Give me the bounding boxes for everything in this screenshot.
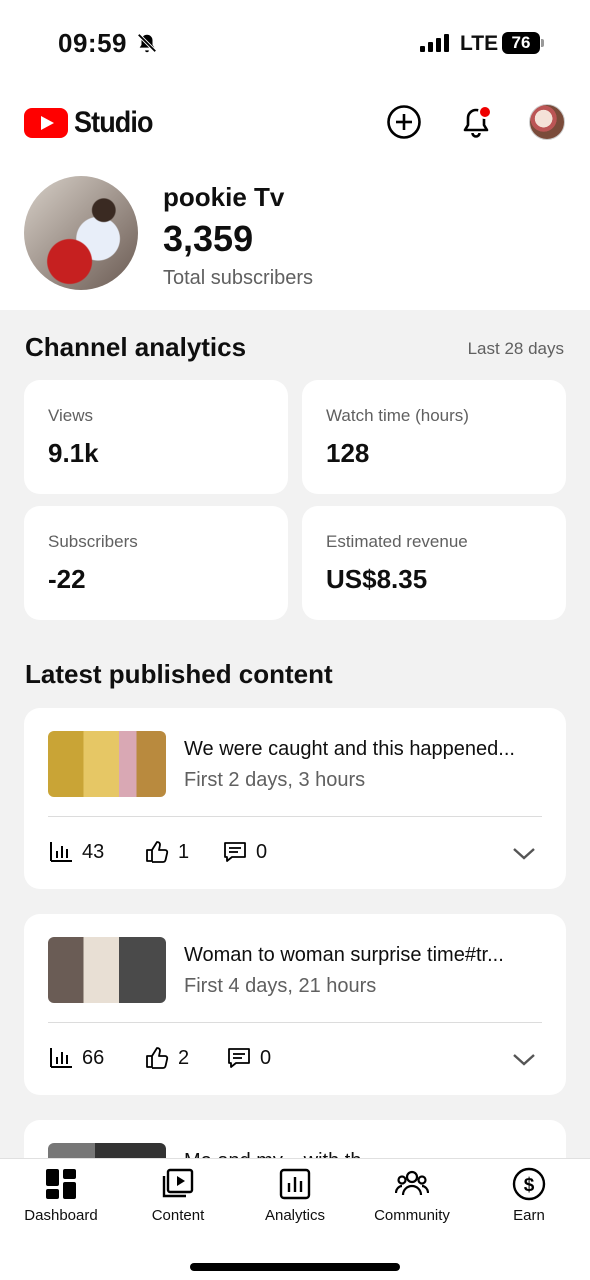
bar-chart-icon	[50, 1048, 72, 1068]
comment-icon	[224, 842, 246, 862]
comments-count: 0	[256, 840, 268, 863]
nav-label: Community	[374, 1207, 450, 1224]
earn-icon: $	[512, 1167, 546, 1201]
comments-metric: 0	[226, 1045, 271, 1071]
video-title: We were caught and this happened...	[184, 738, 515, 760]
stat-value: -22	[48, 564, 86, 594]
nav-label: Content	[151, 1207, 205, 1224]
video-thumbnail[interactable]	[48, 1143, 166, 1158]
stat-card-watch-time[interactable]: Watch time (hours) 128	[302, 380, 566, 494]
stat-label: Watch time (hours)	[326, 406, 469, 425]
stat-card-views[interactable]: Views 9.1k	[24, 380, 288, 494]
nav-label: Analytics	[264, 1207, 326, 1224]
channel-header: pookie Tv 3,359 Total subscribers	[0, 156, 590, 310]
youtube-play-icon	[24, 108, 68, 138]
content-card[interactable]: We were caught and this happened... Firs…	[24, 708, 566, 889]
subscriber-label: Total subscribers	[163, 267, 314, 289]
likes-count: 1	[178, 840, 190, 863]
community-icon	[395, 1170, 429, 1196]
dashboard-icon	[46, 1169, 76, 1199]
video-title: Woman to woman surprise time#tr...	[184, 944, 504, 966]
stat-label: Views	[48, 406, 94, 425]
comments-count: 0	[260, 1046, 272, 1069]
stat-label: Estimated revenue	[326, 532, 468, 551]
bell-muted-icon	[137, 33, 157, 53]
comments-metric: 0	[222, 839, 267, 865]
youtube-studio-logo[interactable]: Studio	[24, 106, 161, 140]
nav-item-earn[interactable]: $ Earn	[474, 1167, 584, 1224]
channel-avatar[interactable]	[24, 176, 138, 290]
channel-name: pookie Tv	[163, 182, 285, 212]
create-icon[interactable]	[386, 104, 422, 140]
notifications-icon[interactable]	[458, 104, 494, 140]
bar-chart-icon	[50, 842, 72, 862]
video-period: First 4 days, 21 hours	[184, 975, 377, 997]
stat-value: US$8.35	[326, 564, 428, 594]
stat-value: 128	[326, 438, 370, 468]
status-bar: 09:59 LTE 76	[0, 0, 590, 90]
dashboard-main: pookie Tv 3,359 Total subscribers Channe…	[0, 156, 590, 1158]
latest-content-title: Latest published content	[25, 659, 333, 689]
views-metric: 43	[48, 839, 104, 865]
stat-card-revenue[interactable]: Estimated revenue US$8.35	[302, 506, 566, 620]
views-count: 43	[82, 840, 105, 863]
content-icon	[162, 1168, 194, 1198]
divider	[48, 1022, 542, 1023]
chevron-down-icon[interactable]	[512, 1048, 536, 1072]
likes-count: 2	[178, 1046, 190, 1069]
stat-card-subscribers[interactable]: Subscribers -22	[24, 506, 288, 620]
content-card[interactable]: Woman to woman surprise time#tr... First…	[24, 914, 566, 1095]
content-card[interactable]: Me and my... with th...	[24, 1120, 566, 1158]
divider	[48, 816, 542, 817]
account-avatar[interactable]	[529, 104, 565, 140]
video-thumbnail[interactable]	[48, 731, 166, 797]
video-period: First 2 days, 3 hours	[184, 769, 366, 791]
subscriber-count: 3,359	[163, 218, 254, 259]
cellular-signal-icon	[420, 34, 449, 52]
logo-text: Studio	[74, 106, 153, 139]
comment-icon	[228, 1048, 250, 1068]
channel-section: pookie Tv 3,359 Total subscribers	[0, 156, 590, 310]
analytics-icon	[279, 1168, 311, 1200]
nav-label: Earn	[513, 1207, 545, 1224]
chevron-down-icon[interactable]	[512, 842, 536, 866]
likes-metric: 2	[144, 1045, 189, 1071]
video-thumbnail[interactable]	[48, 937, 166, 1003]
views-metric: 66	[48, 1045, 104, 1071]
network-type: LTE	[460, 32, 499, 55]
battery-tip	[541, 39, 544, 47]
video-title: Me and my... with th...	[184, 1150, 546, 1158]
nav-item-dashboard[interactable]: Dashboard	[6, 1167, 116, 1224]
stat-value: 9.1k	[48, 438, 99, 468]
views-count: 66	[82, 1046, 105, 1069]
nav-label: Dashboard	[24, 1207, 98, 1224]
home-indicator[interactable]	[190, 1263, 400, 1271]
nav-item-community[interactable]: Community	[357, 1167, 467, 1224]
analytics-period[interactable]: Last 28 days	[468, 339, 564, 359]
nav-item-content[interactable]: Content	[123, 1167, 233, 1224]
nav-item-analytics[interactable]: Analytics	[240, 1167, 350, 1224]
stat-label: Subscribers	[48, 532, 138, 551]
svg-text:$: $	[524, 1175, 535, 1196]
channel-analytics-title: Channel analytics	[25, 332, 247, 362]
thumbs-up-icon	[146, 1047, 169, 1069]
status-time: 09:59	[58, 28, 127, 58]
likes-metric: 1	[144, 839, 189, 865]
app-header: Studio	[0, 90, 590, 156]
thumbs-up-icon	[146, 841, 169, 863]
bottom-navigation: Dashboard Content Analytics Community $ …	[0, 1158, 590, 1280]
battery-icon: 76	[502, 32, 540, 54]
